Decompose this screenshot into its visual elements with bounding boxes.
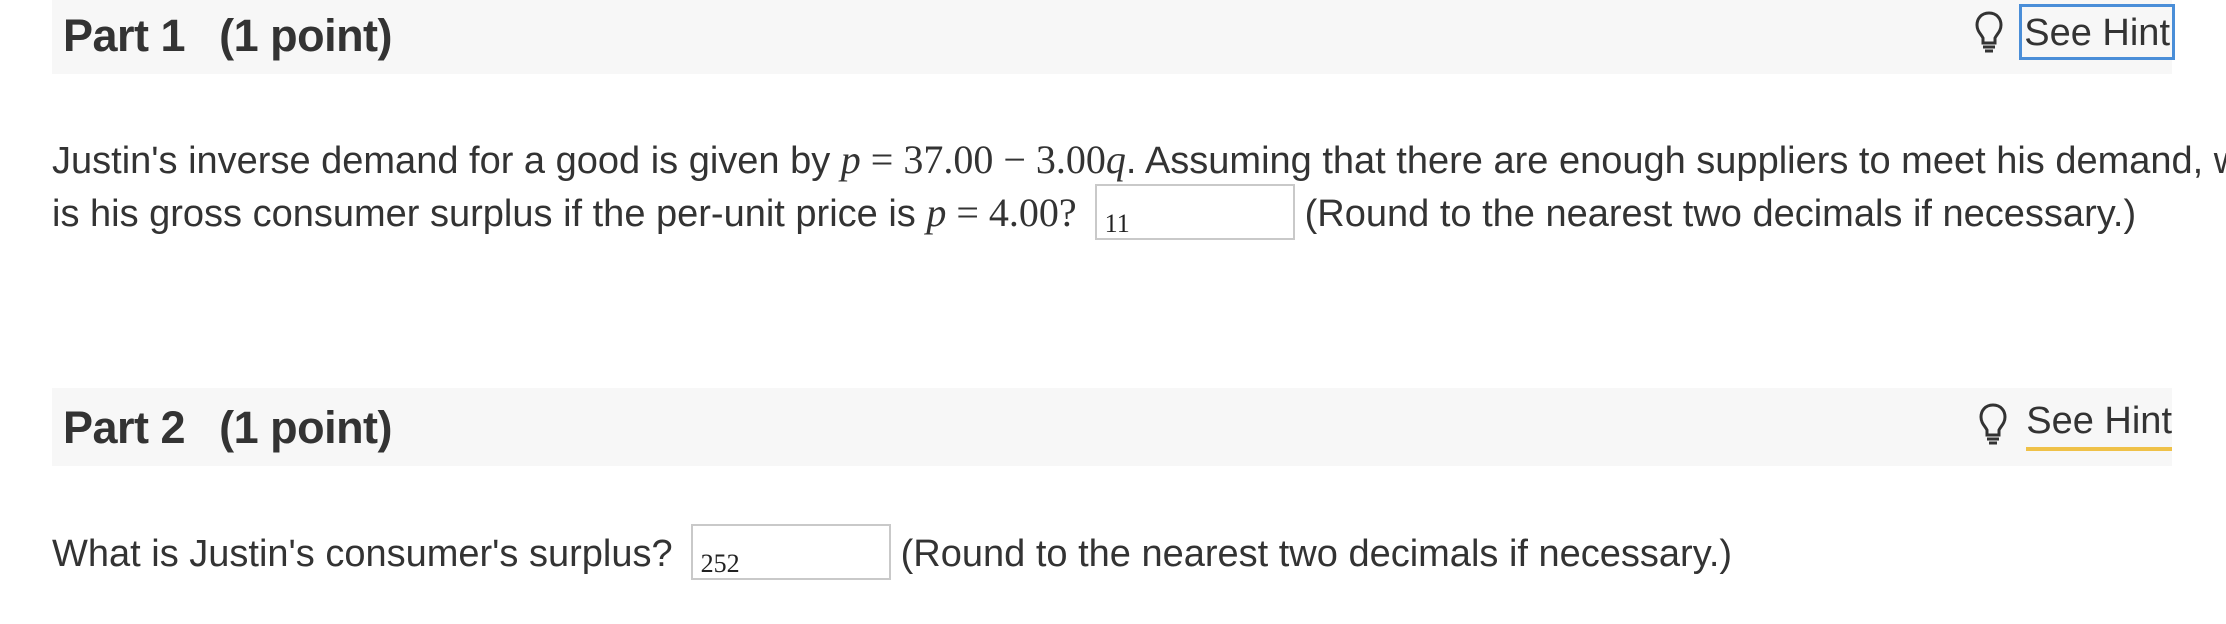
- part-1-see-hint-link[interactable]: See Hint: [2019, 4, 2175, 60]
- math-var-q: q: [1105, 137, 1126, 182]
- part-1-question-text-b: Assuming that there are enough suppliers…: [1136, 140, 2226, 182]
- part-2-answer-input[interactable]: 252: [690, 524, 891, 580]
- part-1-rounding-note: (Round to the nearest two decimals if ne…: [1304, 193, 2137, 235]
- demand-equation: p = 37.00 − 3.00q: [841, 137, 1126, 182]
- part-1-question: Justin's inverse demand for a good is gi…: [52, 134, 2226, 244]
- lightbulb-icon: [1975, 11, 2003, 53]
- part-1-header: Part 1 (1 point) See Hint: [52, 0, 2175, 74]
- part-2-question: What is Justin's consumer's surplus? 252(…: [52, 524, 2182, 584]
- math-var-p: p: [840, 137, 861, 182]
- part-1-label: Part 1: [63, 10, 186, 61]
- part-2-rounding-note: (Round to the nearest two decimals if ne…: [900, 533, 1733, 576]
- math-var-p: p: [926, 190, 947, 235]
- math-period: .: [1125, 140, 1137, 182]
- math-price-expression: = 4.00?: [946, 190, 1077, 235]
- part-1-question-text-c: is his gross consumer surplus if the per…: [52, 193, 927, 235]
- part-1-points: (1 point): [219, 10, 393, 61]
- part-2-see-hint-link[interactable]: See Hint: [2026, 397, 2172, 451]
- part-2-question-line: What is Justin's consumer's surplus? 252(…: [52, 524, 2182, 584]
- part-1-question-line-1: Justin's inverse demand for a good is gi…: [52, 134, 2226, 187]
- part-1-answer-input[interactable]: 11: [1094, 183, 1295, 240]
- part-1-question-text-a: Justin's inverse demand for a good is gi…: [52, 140, 841, 182]
- math-demand-expression: = 37.00 − 3.00: [860, 137, 1106, 182]
- part-2-label: Part 2: [63, 402, 186, 453]
- lightbulb-icon: [1979, 403, 2007, 445]
- part-2-question-text: What is Justin's consumer's surplus?: [52, 533, 673, 576]
- part-1-question-line-2: is his gross consumer surplus if the per…: [52, 183, 2182, 244]
- problem-page: Part 1 (1 point) See Hint Justin's invers…: [0, 0, 2226, 624]
- part-2-title: Part 2 (1 point): [63, 402, 393, 454]
- part-2-header: Part 2 (1 point) See Hint: [52, 388, 2172, 466]
- part-2-hint: See Hint: [1978, 396, 2172, 452]
- part-2-points: (1 point): [219, 402, 393, 453]
- part-1-title: Part 1 (1 point): [63, 10, 393, 62]
- part-1-hint: See Hint: [1974, 4, 2175, 60]
- price-equation: p = 4.00?: [926, 190, 1076, 235]
